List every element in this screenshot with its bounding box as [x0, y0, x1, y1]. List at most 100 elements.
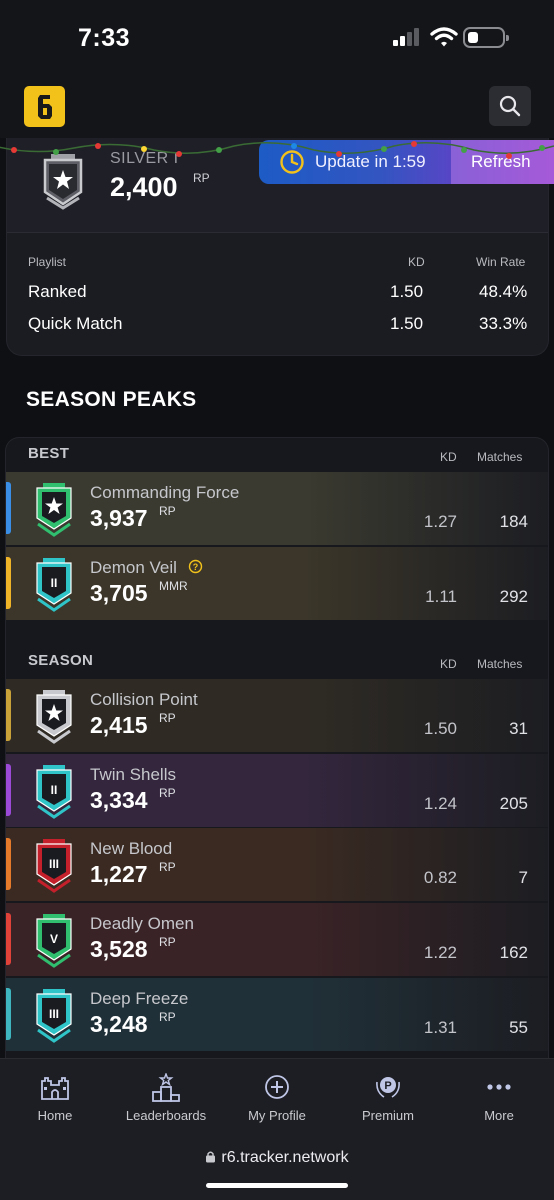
rank-rp-unit: RP — [193, 171, 210, 185]
rank-emblem-icon: II — [36, 557, 72, 612]
peak-value: 3,334 — [90, 786, 148, 813]
best-kd-header: KD — [440, 450, 457, 464]
season-peak-row[interactable]: Collision Point 2,415 RP 1.50 31 — [6, 679, 548, 752]
url-text: r6.tracker.network — [221, 1149, 349, 1166]
peak-kd: 1.22 — [423, 943, 457, 963]
holiday-lights-decoration — [0, 141, 554, 159]
peak-matches: 55 — [509, 1017, 528, 1037]
playlist-quick-match: Quick Match — [28, 314, 123, 333]
peak-unit: RP — [159, 504, 176, 518]
wifi-icon — [430, 27, 458, 47]
nav-my-profile[interactable]: My Profile — [222, 1059, 332, 1135]
nav-home[interactable]: Home — [0, 1059, 110, 1135]
status-time: 7:33 — [78, 24, 131, 52]
season-group-label: SEASON — [28, 652, 94, 669]
playlist-header: Playlist — [28, 255, 67, 269]
peak-value: 3,528 — [90, 936, 148, 963]
peak-unit: RP — [159, 1009, 176, 1024]
playlist-ranked: Ranked — [28, 282, 87, 301]
plus-circle-icon — [265, 1075, 289, 1099]
season-kd-header: KD — [440, 657, 457, 671]
season-peak-row[interactable]: II Twin Shells 3,334 RP 1.24 205 — [6, 753, 548, 827]
rank-rp-value: 2,400 — [110, 172, 178, 202]
more-dots-icon — [487, 1084, 511, 1090]
app-header — [0, 78, 554, 138]
rank-emblem-icon — [36, 690, 72, 744]
lock-icon — [206, 1151, 216, 1163]
rank-emblem-icon — [36, 483, 72, 537]
nav-premium-label: Premium — [361, 1108, 414, 1123]
rank-emblem-icon: III — [36, 988, 72, 1043]
peak-kd: 1.11 — [425, 586, 457, 606]
nav-my-profile-label: My Profile — [248, 1108, 306, 1123]
season-peak-row[interactable]: V Deadly Omen 3,528 RP 1.22 162 — [6, 903, 548, 977]
peak-matches: 292 — [499, 586, 528, 606]
nav-more-label: More — [484, 1108, 514, 1123]
browser-url-bar[interactable]: r6.tracker.network — [0, 1134, 554, 1200]
row-accent-bar — [6, 556, 11, 609]
season-peak-row[interactable]: III New Blood 1,227 RP 0.82 7 — [6, 828, 548, 902]
ranked-win-rate: 48.4% — [479, 282, 528, 301]
ranked-kd: 1.50 — [390, 282, 424, 301]
svg-text:II: II — [51, 576, 58, 590]
season-peak-row[interactable]: Commanding Force 3,937 RP 1.27 184 — [6, 472, 548, 545]
svg-text:II: II — [51, 783, 58, 797]
home-indicator — [206, 1183, 348, 1188]
nav-premium[interactable]: P Premium — [333, 1059, 443, 1135]
peak-kd: 1.50 — [423, 719, 457, 738]
row-accent-bar — [6, 987, 11, 1040]
peak-kd: 1.27 — [423, 512, 457, 531]
season-name: New Blood — [90, 839, 173, 859]
peak-matches: 184 — [499, 512, 528, 531]
row-accent-bar — [6, 913, 11, 966]
row-accent-bar — [6, 763, 11, 816]
url-display: r6.tracker.network — [0, 1149, 554, 1167]
svg-text:III: III — [49, 1007, 59, 1021]
svg-text:V: V — [50, 932, 58, 946]
bottom-navigation: Home Leaderboards My Profile P Premium M… — [0, 1058, 554, 1134]
svg-text:?: ? — [193, 562, 199, 572]
win-rate-header: Win Rate — [476, 255, 526, 269]
peak-value: 3,705 — [90, 579, 148, 606]
castle-icon — [41, 1077, 69, 1100]
peak-unit: MMR — [159, 578, 188, 593]
cellular-signal-icon — [393, 28, 423, 46]
quick-match-kd: 1.50 — [390, 314, 424, 333]
season-matches-header: Matches — [477, 657, 523, 671]
rank-emblem-icon: II — [36, 764, 72, 819]
svg-text:P: P — [384, 1080, 391, 1092]
season-name: Demon Veil — [90, 557, 177, 577]
logo-six-icon — [37, 94, 52, 119]
premium-badge-icon: P — [376, 1077, 400, 1098]
battery-icon — [463, 27, 509, 48]
nav-leaderboards[interactable]: Leaderboards — [111, 1059, 221, 1135]
kd-header: KD — [408, 255, 425, 269]
peak-unit: RP — [159, 785, 176, 800]
peak-value: 3,937 — [90, 505, 148, 531]
row-accent-bar — [6, 838, 11, 891]
season-name: Commanding Force — [90, 483, 240, 502]
row-accent-bar — [6, 689, 11, 741]
svg-text:III: III — [49, 857, 59, 871]
search-button[interactable] — [489, 86, 531, 126]
peak-matches: 205 — [499, 793, 528, 813]
podium-icon — [152, 1073, 180, 1102]
peak-unit: RP — [159, 935, 176, 950]
rank-emblem-icon: III — [36, 839, 72, 894]
season-peak-row[interactable]: III Deep Freeze 3,248 RP 1.31 55 — [6, 977, 548, 1051]
peak-unit: RP — [159, 711, 176, 725]
help-icon[interactable]: ? — [188, 559, 203, 574]
season-peaks-title: SEASON PEAKS — [26, 388, 197, 411]
season-peaks-card: BEST KD Matches Commanding Force 3,937 RP 1… — [5, 437, 549, 1067]
season-name: Deep Freeze — [90, 988, 189, 1008]
best-matches-header: Matches — [477, 450, 523, 464]
current-rank-card: SILVER I 2,400 RP Update in 1:59 Refresh… — [6, 138, 554, 356]
peak-kd: 0.82 — [423, 868, 457, 888]
season-name: Deadly Omen — [90, 914, 194, 934]
row-accent-bar — [6, 482, 11, 534]
nav-more[interactable]: More — [444, 1059, 554, 1135]
season-peak-row[interactable]: II Demon Veil? 3,705 MMR 1.11 292 — [6, 546, 548, 620]
peak-value: 3,248 — [90, 1010, 148, 1037]
peak-matches: 31 — [509, 719, 528, 738]
r6-tracker-logo[interactable] — [24, 86, 65, 127]
